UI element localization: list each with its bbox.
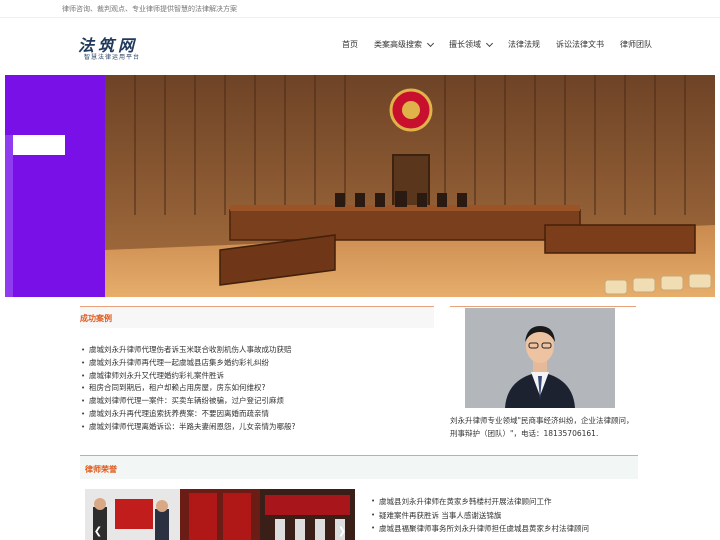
site-header: 法筑网 智慧法律运用平台 首页 类案高级搜索 擅长领域 法律法规 诉讼法律文书 … (0, 18, 720, 75)
nav-item-laws[interactable]: 法律法规 (500, 39, 548, 50)
courtroom-image (5, 75, 715, 297)
nav-item-label: 首页 (342, 40, 358, 49)
logo-subtitle: 智慧法律运用平台 (84, 54, 141, 61)
chevron-down-icon (426, 39, 435, 47)
success-cases-header: 成功案例 (80, 306, 434, 328)
carousel-prev-button[interactable]: ❮ (91, 525, 105, 539)
nav-item-documents[interactable]: 诉讼法律文书 (548, 39, 612, 50)
main-nav: 首页 类案高级搜索 擅长领域 法律法规 诉讼法律文书 律师团队 (334, 39, 660, 50)
carousel-next-button[interactable]: ❯ (335, 525, 349, 539)
lawyer-honors-section: 律师荣誉 ❮ ❯ 虞城县刘永升律师在黄家乡韩楼村开展法律顾问工作 疑难案件再获胜… (80, 455, 638, 540)
honors-carousel: ❮ ❯ (85, 489, 355, 540)
chevron-down-icon (485, 39, 494, 47)
list-item[interactable]: 疑难案件再获胜诉 当事人感谢送锦旗 (370, 509, 589, 523)
honor-photo (85, 489, 355, 540)
case-list: 虞城刘永升律师代理伤者诉玉米联合收割机伤人事故成功获赔 虞城刘永升律师再代理一起… (80, 344, 434, 434)
nav-item-label: 法律法规 (508, 40, 540, 49)
nav-item-label: 律师团队 (620, 40, 652, 49)
nav-item-label: 类案高级搜索 (374, 40, 422, 49)
list-item[interactable]: 虞城刘律师代理一案件：买卖车辆纷被骗，过户登记引麻烦 (80, 395, 434, 408)
lawyer-photo (465, 308, 615, 408)
list-item[interactable]: 虞城县刘永升律师在黄家乡韩楼村开展法律顾问工作 (370, 495, 589, 509)
site-tagline: 律师咨询、裁判观点、专业律师提供智慧的法律解决方案 (62, 5, 237, 13)
honors-header: 律师荣誉 (80, 455, 638, 479)
list-item[interactable]: 虞城律师刘永升又代理婚约彩礼案件胜诉 (80, 370, 434, 383)
list-item[interactable]: 虞城刘律师代理离婚诉讼：半路夫妻闹恩怨，儿女亲情为哪般? (80, 421, 434, 434)
nav-item-practice-areas[interactable]: 擅长领域 (441, 39, 500, 50)
success-cases-section: 成功案例 虞城刘永升律师代理伤者诉玉米联合收割机伤人事故成功获赔 虞城刘永升律师… (80, 306, 434, 444)
site-logo[interactable]: 法筑网 智慧法律运用平台 (76, 32, 156, 66)
nav-item-home[interactable]: 首页 (334, 39, 366, 50)
list-item[interactable]: 虞城刘永升律师再代理一起虞城县店集乡婚约彩礼纠纷 (80, 357, 434, 370)
section-title: 律师荣誉 (85, 465, 117, 474)
list-item[interactable]: 租房合同到期后，租户却赖占用房屋，房东如何维权? (80, 382, 434, 395)
honor-list: 虞城县刘永升律师在黄家乡韩楼村开展法律顾问工作 疑难案件再获胜诉 当事人感谢送锦… (370, 495, 589, 536)
lawyer-profile: 刘永升律师专业领域"民商事经济纠纷，企业法律顾问，刑事辩护（团队）"，电话：18… (450, 306, 636, 446)
list-item[interactable]: 虞城刘永升再代理追索抚养费案：不要因离婚而疏亲情 (80, 408, 434, 421)
nav-item-team[interactable]: 律师团队 (612, 39, 660, 50)
hero-banner (5, 75, 715, 297)
nav-item-label: 擅长领域 (449, 40, 481, 49)
nav-item-case-search[interactable]: 类案高级搜索 (366, 39, 441, 50)
lawyer-description: 刘永升律师专业领域"民商事经济纠纷，企业法律顾问，刑事辩护（团队）"，电话：18… (450, 416, 634, 438)
list-item[interactable]: 虞城县福聚律师事务所刘永升律师担任虞城县黄家乡村法律顾问 (370, 522, 589, 536)
list-item[interactable]: 虞城刘永升律师代理伤者诉玉米联合收割机伤人事故成功获赔 (80, 344, 434, 357)
top-bar: 律师咨询、裁判观点、专业律师提供智慧的法律解决方案 (0, 0, 720, 18)
section-title: 成功案例 (80, 314, 112, 323)
lawyer-portrait (465, 308, 615, 408)
nav-item-label: 诉讼法律文书 (556, 40, 604, 49)
